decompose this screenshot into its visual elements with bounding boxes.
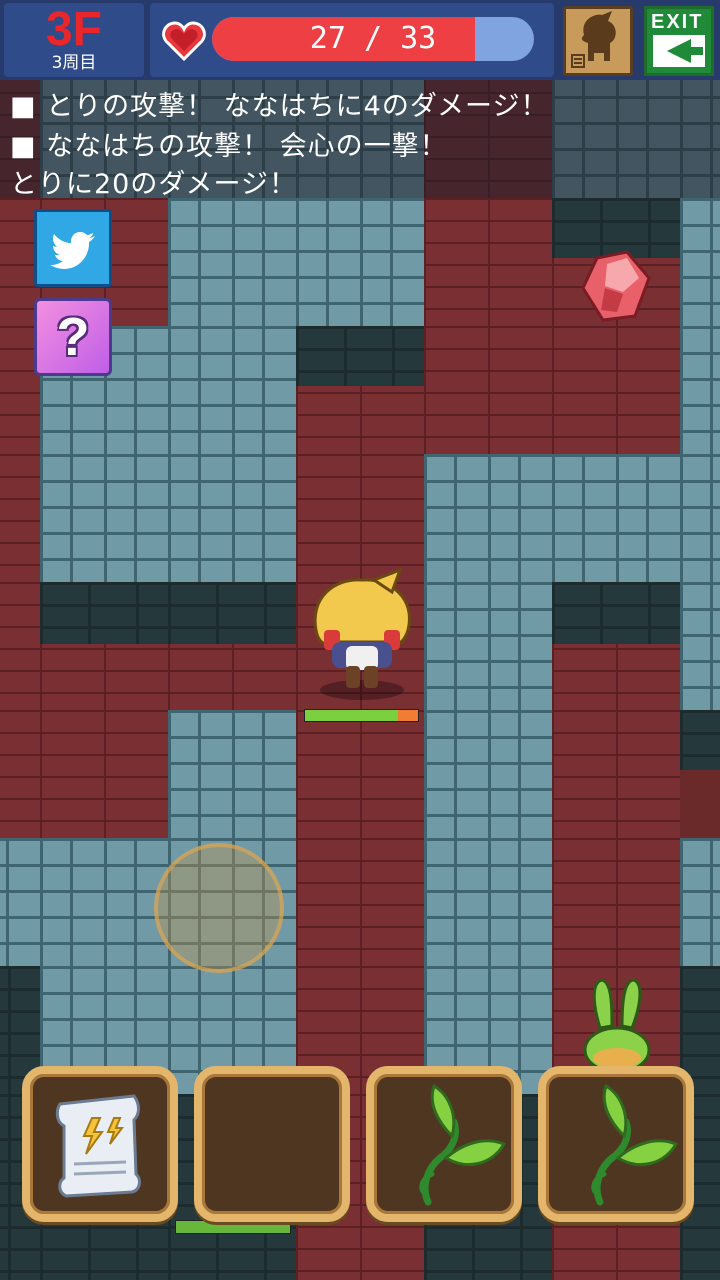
item-slot-4[interactable] xyxy=(538,1066,694,1222)
herb-leaf-icon xyxy=(419,1083,507,1206)
wall-tile xyxy=(424,838,552,966)
herb-leaf-icon xyxy=(591,1083,679,1206)
log-line: ■ ななはちの攻撃！ 会心の一撃！ xyxy=(10,131,448,162)
wall-tile xyxy=(168,198,296,326)
wall-face xyxy=(168,582,296,644)
hp-panel: 27 / 33 xyxy=(150,3,554,77)
wall-face xyxy=(552,582,680,644)
item-slot-1[interactable] xyxy=(22,1066,178,1222)
wall-tile xyxy=(168,454,296,582)
floor-tile xyxy=(552,326,680,454)
red-crystal-icon[interactable] xyxy=(577,248,655,326)
twitter-bird-icon xyxy=(50,232,95,269)
floor-tile xyxy=(296,710,424,838)
wall-tile xyxy=(680,582,720,710)
floor-tile xyxy=(296,838,424,966)
floor-tile xyxy=(296,454,424,582)
floor-tile xyxy=(552,710,680,838)
wall-tile xyxy=(680,454,720,582)
exit-button[interactable]: EXIT xyxy=(644,6,714,76)
wall-tile xyxy=(424,582,552,710)
player-hp-bar xyxy=(304,709,419,722)
item-slot-3[interactable] xyxy=(366,1066,522,1222)
floor-tile xyxy=(424,198,552,326)
wall-tile xyxy=(40,838,168,966)
wall-tile xyxy=(424,710,552,838)
ally-hp-bar xyxy=(175,1220,291,1234)
hp-value: 27 / 33 xyxy=(309,21,437,56)
question-mark-icon: ? xyxy=(56,307,90,367)
floor-tile xyxy=(40,710,168,838)
floor-tile xyxy=(0,454,40,582)
wall-tile xyxy=(168,326,296,454)
floor-number: 3F xyxy=(45,3,102,56)
log-line: ■ とりの攻撃！ ななはちに4のダメージ！ xyxy=(10,91,549,122)
wall-tile xyxy=(680,838,720,966)
top-status-bar: 3F 3周目 27 / 33 EXIT xyxy=(0,0,720,80)
wall-face xyxy=(296,326,424,386)
lap-count: 3周目 xyxy=(51,53,97,73)
player-character[interactable] xyxy=(304,568,420,704)
wall-tile xyxy=(424,454,552,582)
magic-scroll-icon xyxy=(55,1094,141,1198)
floor-tile xyxy=(424,326,552,454)
exit-label: EXIT xyxy=(651,11,704,33)
floor-tile xyxy=(552,838,680,966)
wall-tile xyxy=(40,454,168,582)
character-silhouette-icon xyxy=(571,11,616,68)
item-slot-2[interactable] xyxy=(194,1066,350,1222)
floor-tile xyxy=(0,582,40,710)
player-hp-fill xyxy=(305,710,398,721)
battle-log: ■ とりの攻撃！ ななはちに4のダメージ！ ■ ななはちの攻撃！ 会心の一撃！ … xyxy=(0,80,720,200)
virtual-joystick[interactable] xyxy=(154,843,284,973)
floor-indicator: 3F 3周目 xyxy=(4,3,144,77)
log-line: とりに20のダメージ！ xyxy=(10,169,298,200)
wall-tile xyxy=(168,710,296,838)
rabbit-enemy[interactable] xyxy=(582,978,652,1068)
twitter-share-button[interactable] xyxy=(34,209,112,287)
wall-face xyxy=(40,582,168,644)
wall-tile xyxy=(296,198,424,326)
heart-icon xyxy=(162,21,206,61)
hp-bar: 27 / 33 xyxy=(212,17,534,61)
help-button[interactable]: ? xyxy=(34,298,112,376)
character-status-button[interactable] xyxy=(563,6,633,76)
wall-face xyxy=(680,710,720,770)
wall-tile xyxy=(680,198,720,326)
wall-tile xyxy=(552,454,680,582)
wall-tile xyxy=(0,838,40,966)
floor-tile xyxy=(0,710,40,838)
wall-tile xyxy=(680,326,720,454)
